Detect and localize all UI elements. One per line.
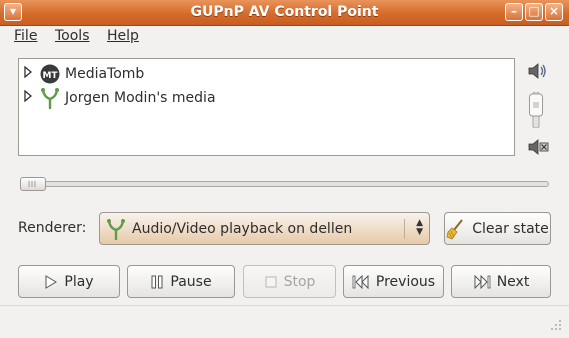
device-tree[interactable]: MT MediaTomb Jorgen Modin's media bbox=[18, 58, 515, 156]
menu-tools[interactable]: Tools bbox=[55, 28, 90, 44]
broom-icon bbox=[446, 218, 466, 240]
position-slider[interactable] bbox=[20, 177, 549, 191]
menu-bar: File Tools Help bbox=[0, 26, 569, 48]
svg-text:MT: MT bbox=[42, 71, 58, 81]
tree-row-label: Jorgen Modin's media bbox=[65, 90, 216, 106]
pause-icon bbox=[150, 275, 164, 289]
tree-row-label: MediaTomb bbox=[65, 66, 145, 82]
renderer-label: Renderer: bbox=[18, 220, 87, 236]
next-label: Next bbox=[496, 273, 530, 290]
combo-separator bbox=[404, 219, 405, 239]
upnp-device-icon bbox=[106, 218, 126, 240]
mediatomb-logo-icon: MT bbox=[39, 63, 61, 85]
slider-track[interactable] bbox=[20, 181, 549, 187]
renderer-combo[interactable]: Audio/Video playback on dellen ▲ ▼ bbox=[99, 212, 430, 245]
minimize-icon[interactable]: – bbox=[505, 3, 523, 21]
stop-label: Stop bbox=[283, 273, 316, 290]
tree-row-mediatomb[interactable]: MT MediaTomb bbox=[19, 63, 144, 85]
previous-button[interactable]: Previous bbox=[343, 265, 444, 298]
pause-label: Pause bbox=[170, 273, 212, 290]
tree-row-jorgen-media[interactable]: Jorgen Modin's media bbox=[19, 87, 216, 109]
stop-button[interactable]: Stop bbox=[243, 265, 336, 298]
combo-arrows-icon[interactable]: ▲ ▼ bbox=[416, 219, 423, 237]
volume-high-icon[interactable] bbox=[526, 60, 550, 86]
next-icon bbox=[473, 274, 491, 289]
volume-slider[interactable] bbox=[529, 91, 543, 132]
play-label: Play bbox=[64, 273, 94, 290]
resize-grip-icon[interactable] bbox=[549, 318, 563, 332]
menu-help[interactable]: Help bbox=[107, 28, 139, 44]
upnp-device-icon bbox=[39, 87, 61, 109]
previous-label: Previous bbox=[375, 273, 436, 290]
pause-button[interactable]: Pause bbox=[127, 265, 235, 298]
menu-file[interactable]: File bbox=[14, 28, 37, 44]
next-button[interactable]: Next bbox=[451, 265, 551, 298]
maximize-icon[interactable]: □ bbox=[525, 3, 543, 21]
volume-control bbox=[523, 60, 553, 160]
play-button[interactable]: Play bbox=[18, 265, 120, 298]
window-title: GUPnP AV Control Point bbox=[190, 4, 379, 20]
clear-state-button[interactable]: Clear state bbox=[444, 212, 551, 245]
status-bar bbox=[0, 305, 569, 338]
play-icon bbox=[44, 274, 58, 289]
clear-state-label: Clear state bbox=[472, 220, 549, 237]
title-bar[interactable]: ▾ GUPnP AV Control Point – □ × bbox=[0, 0, 569, 26]
previous-icon bbox=[352, 274, 370, 289]
expander-icon[interactable] bbox=[23, 89, 35, 106]
expander-icon[interactable] bbox=[23, 65, 35, 82]
close-icon[interactable]: × bbox=[545, 3, 563, 21]
volume-mute-icon[interactable] bbox=[526, 136, 550, 162]
slider-thumb[interactable] bbox=[20, 177, 46, 191]
stop-icon bbox=[264, 275, 278, 289]
renderer-selected-value: Audio/Video playback on dellen bbox=[132, 220, 353, 237]
